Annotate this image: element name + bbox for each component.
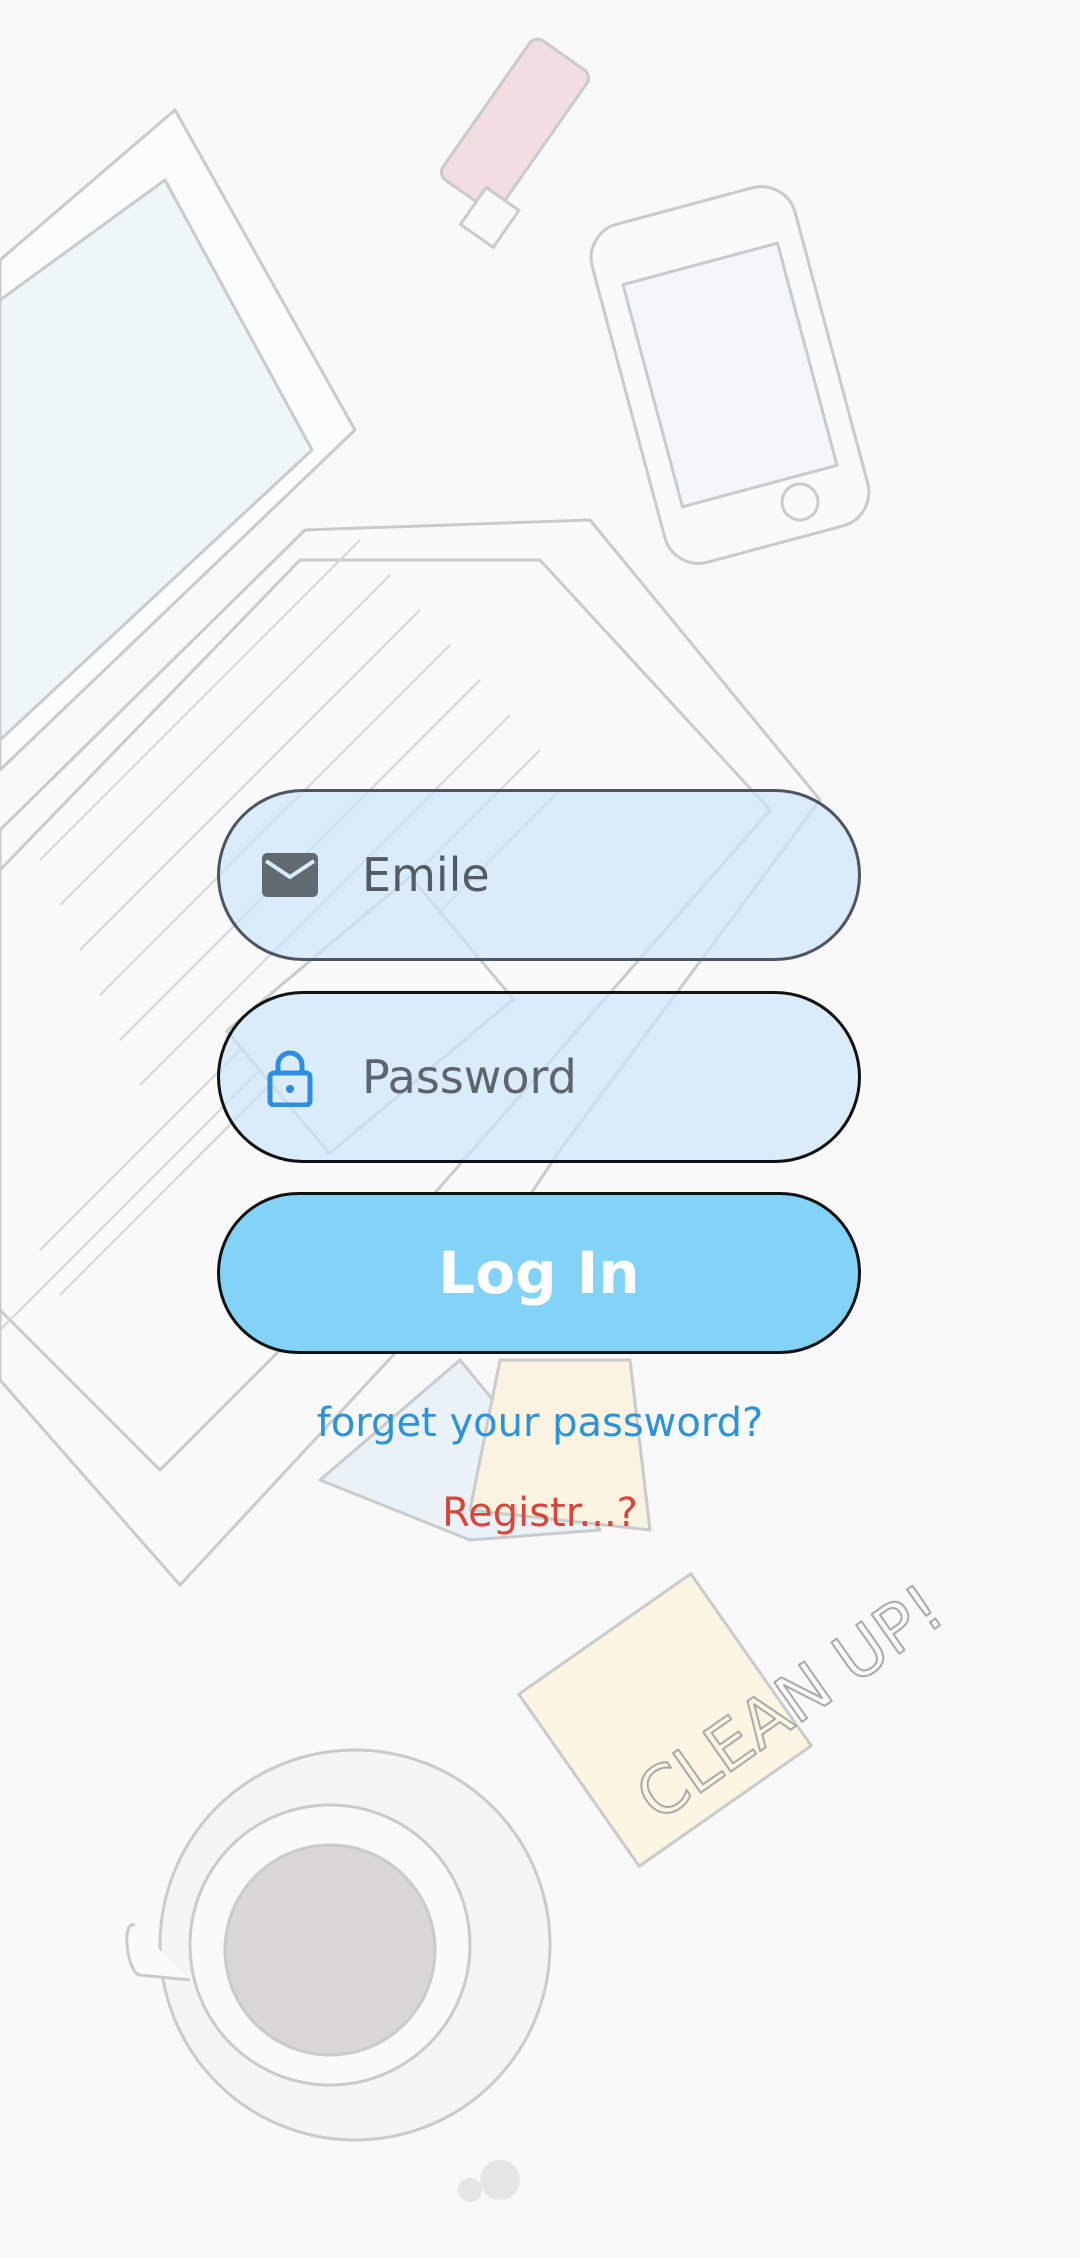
- register-link[interactable]: Registr...?: [0, 1490, 1080, 1536]
- mail-icon: [262, 853, 318, 897]
- lock-icon: [267, 1050, 313, 1107]
- sticky-note-illustration: CLEAN UP!: [517, 1568, 958, 1868]
- login-button[interactable]: Log In: [217, 1192, 861, 1354]
- usb-stick-illustration: [440, 37, 590, 249]
- email-field[interactable]: [217, 789, 861, 961]
- password-field[interactable]: [217, 991, 861, 1163]
- phone-illustration: [589, 185, 871, 565]
- forgot-password-link[interactable]: forget your password?: [0, 1400, 1080, 1446]
- email-input[interactable]: [362, 792, 822, 958]
- coffee-cup-illustration: [125, 1748, 552, 2202]
- password-input[interactable]: [362, 994, 822, 1160]
